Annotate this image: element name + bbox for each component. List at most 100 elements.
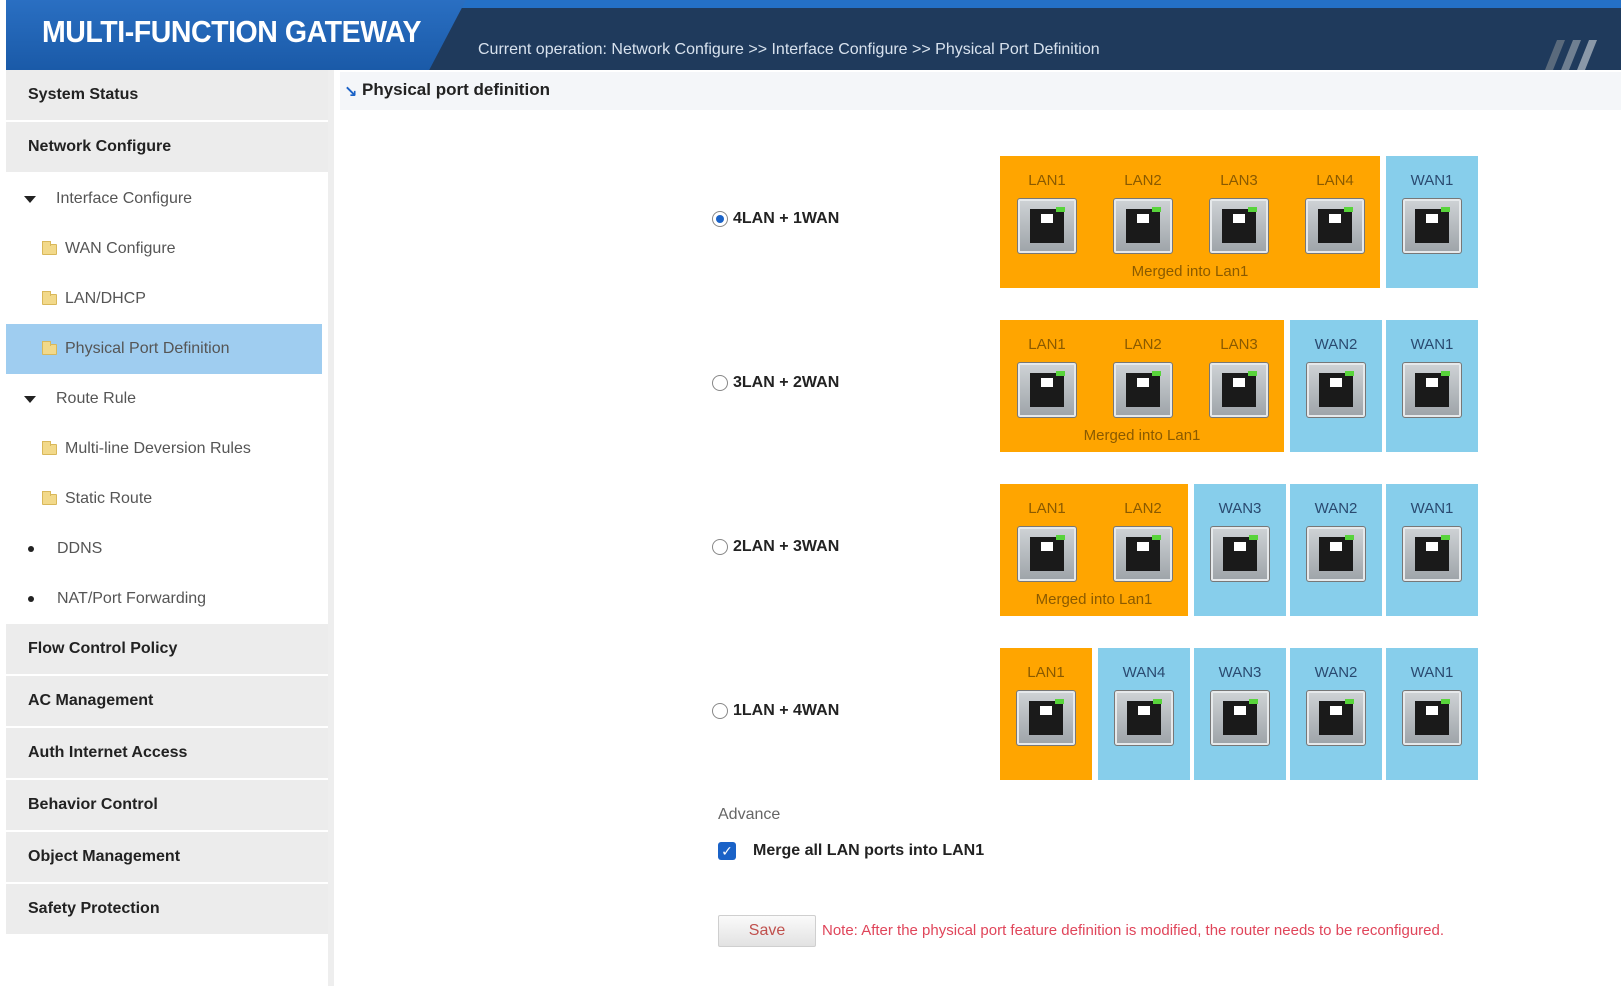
port-wan1: WAN1 — [1389, 320, 1475, 452]
sidebar-item-lan-dhcp[interactable]: LAN/DHCP — [6, 274, 328, 324]
ethernet-port-icon — [1402, 526, 1462, 582]
port-label: WAN4 — [1122, 664, 1166, 681]
sidebar-item-ddns[interactable]: DDNS — [6, 524, 328, 574]
port-label: WAN1 — [1410, 336, 1454, 353]
merge-lan-checkbox-row[interactable]: ✓ Merge all LAN ports into LAN1 — [718, 842, 984, 860]
option-1lan-4wan[interactable]: 1LAN + 4WAN — [712, 702, 839, 720]
caret-down-icon — [24, 195, 36, 203]
sidebar-item-network-configure[interactable]: Network Configure — [6, 122, 328, 174]
port-label: WAN2 — [1314, 336, 1358, 353]
lan-block: LAN1 — [1000, 648, 1092, 780]
sidebar-item-object-management[interactable]: Object Management — [6, 832, 328, 884]
folder-icon — [42, 440, 57, 455]
sidebar-item-label: Interface Configure — [56, 190, 193, 207]
radio-button[interactable] — [712, 539, 728, 555]
sidebar-item-label: Static Route — [65, 490, 153, 507]
port-label: LAN4 — [1316, 172, 1354, 189]
option-label: 2LAN + 3WAN — [733, 538, 840, 555]
arrow-corner-icon: ↘ — [344, 84, 358, 101]
advance-label: Advance — [718, 806, 781, 823]
ethernet-port-icon — [1306, 362, 1366, 418]
sidebar-item-label: WAN Configure — [65, 240, 176, 257]
port-label: LAN2 — [1124, 500, 1162, 517]
ethernet-port-icon — [1210, 526, 1270, 582]
folder-icon — [42, 240, 57, 255]
merge-lan-checkbox-label: Merge all LAN ports into LAN1 — [753, 842, 985, 859]
save-button[interactable]: Save — [718, 915, 816, 947]
radio-button[interactable] — [712, 211, 728, 227]
content-header: ↘ Physical port definition — [340, 72, 1621, 110]
wan-block: WAN4 — [1098, 648, 1190, 780]
gateway-page: MULTI-FUNCTION GATEWAY Current operation… — [0, 0, 1621, 986]
ethernet-port-icon — [1306, 690, 1366, 746]
merged-label: Merged into Lan1 — [1131, 263, 1249, 280]
sidebar-item-wan-configure[interactable]: WAN Configure — [6, 224, 328, 274]
port-wan2: WAN2 — [1293, 648, 1379, 780]
option-4lan-1wan[interactable]: 4LAN + 1WAN — [712, 210, 839, 228]
bullet-icon — [28, 596, 34, 602]
port-label: WAN1 — [1410, 664, 1454, 681]
port-label: LAN1 — [1028, 172, 1066, 189]
port-label: WAN3 — [1218, 500, 1262, 517]
port-wan3: WAN3 — [1197, 484, 1283, 616]
port-label: WAN1 — [1410, 500, 1454, 517]
ethernet-port-icon — [1305, 198, 1365, 254]
sidebar-item-flow-control[interactable]: Flow Control Policy — [6, 624, 328, 676]
reconfigure-note: Note: After the physical port feature de… — [822, 922, 1445, 939]
ethernet-port-icon — [1209, 362, 1269, 418]
sidebar-item-label: NAT/Port Forwarding — [57, 590, 207, 607]
ethernet-port-icon — [1017, 526, 1077, 582]
option-label: 3LAN + 2WAN — [733, 374, 840, 391]
radio-button[interactable] — [712, 375, 728, 391]
port-wan1: WAN1 — [1389, 484, 1475, 616]
folder-icon — [42, 340, 57, 355]
wan-block: WAN3 — [1194, 484, 1286, 616]
sidebar-item-nat-forwarding[interactable]: NAT/Port Forwarding — [6, 574, 328, 624]
port-label: WAN1 — [1410, 172, 1454, 189]
port-lan1: LAN1 — [1003, 648, 1089, 780]
port-wan2: WAN2 — [1293, 484, 1379, 616]
sidebar-item-safety-protection[interactable]: Safety Protection — [6, 884, 328, 936]
sidebar-item-interface-configure[interactable]: Interface Configure — [6, 174, 328, 224]
sidebar: System Status Network Configure Interfac… — [6, 70, 334, 986]
port-wan3: WAN3 — [1197, 648, 1283, 780]
sidebar-item-label: LAN/DHCP — [65, 290, 146, 307]
port-label: WAN2 — [1314, 500, 1358, 517]
breadcrumb: Current operation: Network Configure >> … — [478, 41, 1100, 58]
port-wan1: WAN1 — [1389, 648, 1475, 780]
sidebar-item-system-status[interactable]: System Status — [6, 70, 328, 122]
lan-block: LAN1 LAN2 Merged into Lan1 — [1000, 484, 1188, 616]
sidebar-item-ac-management[interactable]: AC Management — [6, 676, 328, 728]
sidebar-item-auth-internet[interactable]: Auth Internet Access — [6, 728, 328, 780]
decorative-stripes-icon — [1545, 40, 1597, 70]
wan-block: WAN1 — [1386, 320, 1478, 452]
port-label: LAN3 — [1220, 336, 1258, 353]
option-label: 1LAN + 4WAN — [733, 702, 840, 719]
top-header: MULTI-FUNCTION GATEWAY Current operation… — [6, 0, 1621, 70]
ethernet-port-icon — [1114, 690, 1174, 746]
sidebar-item-label: DDNS — [57, 540, 103, 557]
sidebar-item-behavior-control[interactable]: Behavior Control — [6, 780, 328, 832]
radio-button[interactable] — [712, 703, 728, 719]
ethernet-port-icon — [1210, 690, 1270, 746]
sidebar-item-route-rule[interactable]: Route Rule — [6, 374, 328, 424]
wan-block: WAN1 — [1386, 156, 1478, 288]
ethernet-port-icon — [1402, 362, 1462, 418]
sidebar-item-multiline-rules[interactable]: Multi-line Deversion Rules — [6, 424, 328, 474]
checkbox-checked-icon[interactable]: ✓ — [718, 842, 736, 860]
port-label: LAN3 — [1220, 172, 1258, 189]
option-3lan-2wan[interactable]: 3LAN + 2WAN — [712, 374, 839, 392]
sidebar-item-physical-port-definition[interactable]: Physical Port Definition — [6, 324, 322, 374]
merged-label: Merged into Lan1 — [1035, 591, 1153, 608]
sidebar-item-label: Physical Port Definition — [65, 340, 230, 357]
option-2lan-3wan[interactable]: 2LAN + 3WAN — [712, 538, 839, 556]
app-logo: MULTI-FUNCTION GATEWAY — [42, 14, 422, 49]
port-label: LAN1 — [1028, 500, 1066, 517]
sidebar-item-label: Route Rule — [56, 390, 137, 407]
sidebar-item-static-route[interactable]: Static Route — [6, 474, 328, 524]
folder-icon — [42, 290, 57, 305]
wan-block: WAN2 — [1290, 320, 1382, 452]
wan-block: WAN1 — [1386, 484, 1478, 616]
ethernet-port-icon — [1209, 198, 1269, 254]
merged-label: Merged into Lan1 — [1083, 427, 1201, 444]
